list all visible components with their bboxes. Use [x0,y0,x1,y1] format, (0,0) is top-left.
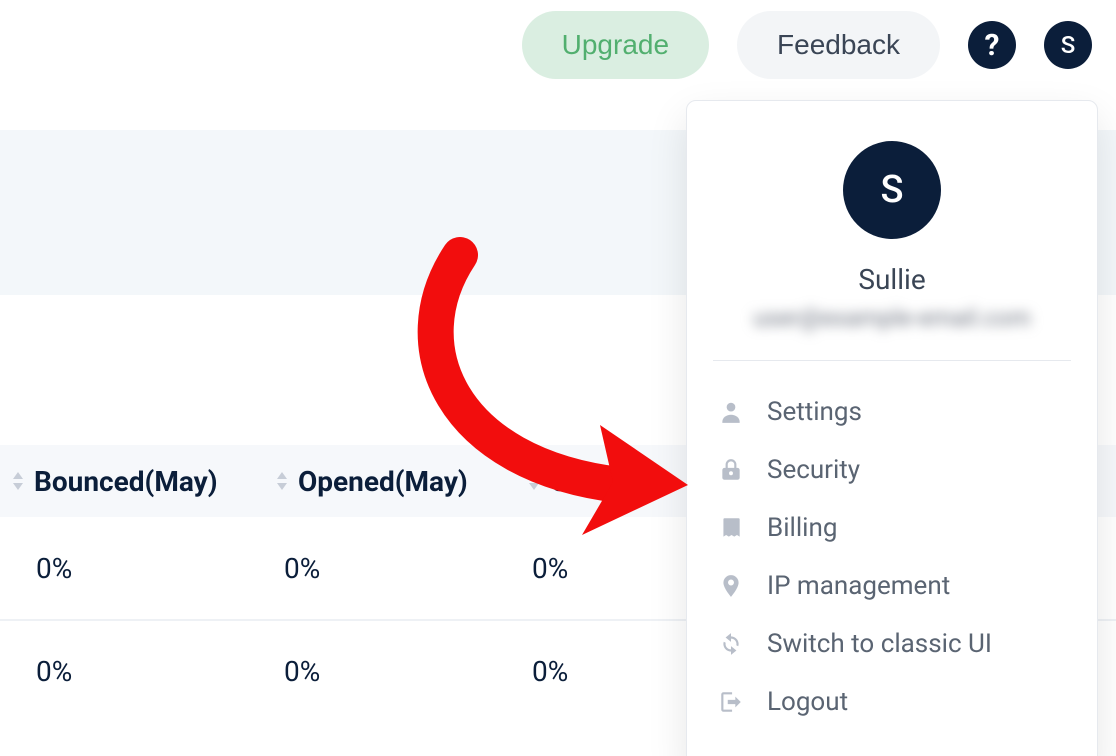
menu-item-settings[interactable]: Settings [713,383,1071,441]
divider [713,360,1071,361]
cell-opened: 0% [284,655,320,688]
menu-item-label: Logout [767,687,848,717]
help-icon[interactable]: ? [968,21,1016,69]
cell-bounced: 0% [36,655,72,688]
menu-item-label: Security [767,455,860,485]
menu-item-label: Switch to classic UI [767,629,992,659]
user-name: Sullie [713,263,1071,296]
upgrade-button[interactable]: Upgrade [522,11,709,79]
column-header-label: Click [550,465,613,498]
menu-item-ip-management[interactable]: IP management [713,557,1071,615]
cell-opened: 0% [284,552,320,585]
sort-icon [524,470,544,492]
menu-item-switch-ui[interactable]: Switch to classic UI [713,615,1071,673]
lock-icon [717,456,745,484]
user-email: user@example-email.com [713,304,1071,332]
menu-item-logout[interactable]: Logout [713,673,1071,731]
column-header-label: Bounced(May) [34,465,218,498]
cell-bounced: 0% [36,552,72,585]
menu-item-billing[interactable]: Billing [713,499,1071,557]
cell-clicked: 0% [532,552,568,585]
top-header: Upgrade Feedback ? S [0,0,1116,90]
menu-item-label: Settings [767,397,862,427]
refresh-icon [717,630,745,658]
menu-item-label: Billing [767,513,837,543]
column-header-label: Opened(May) [298,465,468,498]
cell-clicked: 0% [532,655,568,688]
sort-icon [8,470,28,492]
user-avatar-button[interactable]: S [1044,21,1092,69]
person-icon [717,398,745,426]
menu-item-label: IP management [767,571,950,601]
logout-icon [717,688,745,716]
app-root: Upgrade Feedback ? S Bounced(May) Opened… [0,0,1116,756]
pin-icon [717,572,745,600]
column-header-opened[interactable]: Opened(May) [268,465,472,498]
column-header-clicked[interactable]: Click [520,465,617,498]
user-avatar-large: S [843,141,941,239]
sort-icon [272,470,292,492]
feedback-button[interactable]: Feedback [737,11,940,79]
column-header-bounced[interactable]: Bounced(May) [4,465,222,498]
user-dropdown-panel: S Sullie user@example-email.com Settings… [686,100,1098,756]
menu-item-security[interactable]: Security [713,441,1071,499]
receipt-icon [717,514,745,542]
